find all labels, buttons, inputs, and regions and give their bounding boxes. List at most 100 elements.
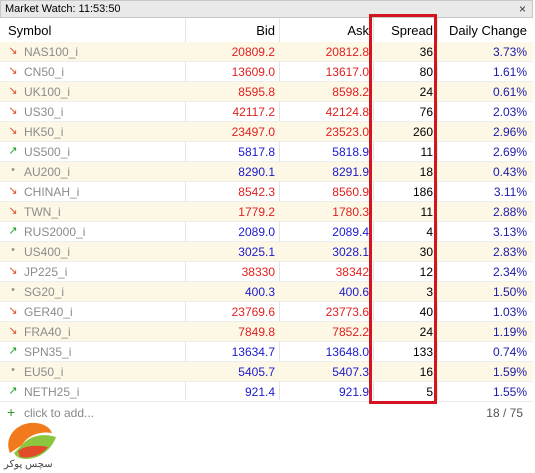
bid-cell: 23769.6 bbox=[231, 305, 275, 319]
bid-cell: 7849.8 bbox=[238, 325, 275, 339]
symbol-count: 18 / 75 bbox=[486, 406, 523, 420]
symbol-cell: AU200_i bbox=[24, 165, 71, 179]
arrow-down-icon: ↘ bbox=[8, 45, 18, 57]
daily-change-cell: 2.88% bbox=[492, 205, 527, 219]
table-row[interactable]: ↘ HK50_i 23497.0 23523.0 260 2.96% bbox=[0, 122, 533, 142]
daily-change-cell: 2.69% bbox=[492, 145, 527, 159]
daily-change-cell: 2.03% bbox=[492, 105, 527, 119]
table-row[interactable]: ↘ CHINAH_i 8542.3 8560.9 186 3.11% bbox=[0, 182, 533, 202]
bid-cell: 921.4 bbox=[244, 385, 275, 399]
arrow-up-icon: ↗ bbox=[8, 345, 18, 357]
bid-cell: 42117.2 bbox=[232, 105, 276, 119]
title-bar[interactable]: Market Watch: 11:53:50 × bbox=[0, 0, 533, 18]
table-row[interactable]: • EU50_i 5405.7 5407.3 16 1.59% bbox=[0, 362, 533, 382]
daily-change-cell: 3.11% bbox=[493, 185, 527, 199]
symbol-cell: US30_i bbox=[24, 105, 64, 119]
ask-cell: 7852.2 bbox=[332, 325, 369, 339]
daily-change-cell: 2.34% bbox=[492, 265, 527, 279]
spread-cell: 24 bbox=[419, 325, 433, 339]
table-row[interactable]: ↘ JP225_i 38330 38342 12 2.34% bbox=[0, 262, 533, 282]
daily-change-cell: 3.13% bbox=[492, 225, 527, 239]
dot-icon: • bbox=[11, 244, 15, 256]
ask-cell: 13648.0 bbox=[325, 345, 369, 359]
bid-cell: 13609.0 bbox=[231, 65, 275, 79]
column-header-daily-change[interactable]: Daily Change bbox=[449, 23, 527, 38]
table-row[interactable]: ↗ RUS2000_i 2089.0 2089.4 4 3.13% bbox=[0, 222, 533, 242]
table-footer: + click to add... 18 / 75 bbox=[0, 402, 533, 424]
ask-cell: 5407.3 bbox=[332, 365, 369, 379]
column-header-symbol[interactable]: Symbol bbox=[8, 23, 51, 38]
table-row[interactable]: ↘ FRA40_i 7849.8 7852.2 24 1.19% bbox=[0, 322, 533, 342]
daily-change-cell: 1.19% bbox=[492, 325, 527, 339]
table-row[interactable]: • SG20_i 400.3 400.6 3 1.50% bbox=[0, 282, 533, 302]
spread-cell: 11 bbox=[420, 205, 433, 219]
spread-cell: 30 bbox=[419, 245, 433, 259]
arrow-up-icon: ↗ bbox=[8, 225, 18, 237]
column-header-spread[interactable]: Spread bbox=[391, 23, 433, 38]
ask-cell: 42124.8 bbox=[325, 105, 369, 119]
column-header-ask[interactable]: Ask bbox=[347, 23, 369, 38]
spread-cell: 40 bbox=[419, 305, 433, 319]
bid-cell: 2089.0 bbox=[238, 225, 275, 239]
ask-cell: 1780.3 bbox=[332, 205, 369, 219]
arrow-down-icon: ↘ bbox=[8, 185, 18, 197]
table-row[interactable]: ↗ US500_i 5817.8 5818.9 11 2.69% bbox=[0, 142, 533, 162]
table-row[interactable]: ↗ NETH25_i 921.4 921.9 5 1.55% bbox=[0, 382, 533, 402]
daily-change-cell: 1.61% bbox=[492, 65, 527, 79]
spread-cell: 11 bbox=[420, 145, 433, 159]
spread-cell: 186 bbox=[412, 185, 433, 199]
symbol-cell: EU50_i bbox=[24, 365, 64, 379]
symbol-cell: US400_i bbox=[24, 245, 71, 259]
ask-cell: 38342 bbox=[335, 265, 369, 279]
spread-cell: 16 bbox=[419, 365, 433, 379]
symbol-cell: SG20_i bbox=[24, 285, 65, 299]
spread-cell: 260 bbox=[412, 125, 433, 139]
symbol-cell: TWN_i bbox=[24, 205, 61, 219]
daily-change-cell: 2.96% bbox=[492, 125, 527, 139]
bid-cell: 23497.0 bbox=[231, 125, 275, 139]
bid-cell: 3025.1 bbox=[238, 245, 275, 259]
bid-cell: 1779.2 bbox=[238, 205, 275, 219]
table-row[interactable]: ↘ CN50_i 13609.0 13617.0 80 1.61% bbox=[0, 62, 533, 82]
spread-cell: 12 bbox=[419, 265, 433, 279]
arrow-up-icon: ↗ bbox=[8, 385, 18, 397]
arrow-down-icon: ↘ bbox=[8, 305, 18, 317]
symbol-cell: GER40_i bbox=[24, 305, 73, 319]
column-header-bid[interactable]: Bid bbox=[256, 23, 275, 38]
ask-cell: 2089.4 bbox=[332, 225, 369, 239]
symbol-cell: CHINAH_i bbox=[24, 185, 80, 199]
symbol-cell: NETH25_i bbox=[24, 385, 80, 399]
arrow-down-icon: ↘ bbox=[8, 65, 18, 77]
table-row[interactable]: ↘ TWN_i 1779.2 1780.3 11 2.88% bbox=[0, 202, 533, 222]
ask-cell: 8560.9 bbox=[332, 185, 369, 199]
ask-cell: 8291.9 bbox=[332, 165, 369, 179]
bid-cell: 8290.1 bbox=[238, 165, 275, 179]
table-row[interactable]: ↘ GER40_i 23769.6 23773.6 40 1.03% bbox=[0, 302, 533, 322]
market-watch-window: Market Watch: 11:53:50 × Symbol Bid Ask … bbox=[0, 0, 535, 473]
table-row[interactable]: ↗ SPN35_i 13634.7 13648.0 133 0.74% bbox=[0, 342, 533, 362]
daily-change-cell: 1.50% bbox=[492, 285, 527, 299]
symbol-cell: CN50_i bbox=[24, 65, 65, 79]
bid-cell: 20809.2 bbox=[231, 45, 275, 59]
spread-cell: 5 bbox=[426, 385, 433, 399]
table-row[interactable]: • AU200_i 8290.1 8291.9 18 0.43% bbox=[0, 162, 533, 182]
close-icon[interactable]: × bbox=[519, 2, 526, 16]
arrow-down-icon: ↘ bbox=[8, 325, 18, 337]
symbol-cell: UK100_i bbox=[24, 85, 71, 99]
table-row[interactable]: ↘ UK100_i 8595.8 8598.2 24 0.61% bbox=[0, 82, 533, 102]
daily-change-cell: 0.61% bbox=[492, 85, 527, 99]
table-row[interactable]: • US400_i 3025.1 3028.1 30 2.83% bbox=[0, 242, 533, 262]
ask-cell: 23523.0 bbox=[325, 125, 369, 139]
ask-cell: 23773.6 bbox=[325, 305, 369, 319]
daily-change-cell: 3.73% bbox=[492, 45, 527, 59]
symbol-cell: HK50_i bbox=[24, 125, 64, 139]
daily-change-cell: 2.83% bbox=[492, 245, 527, 259]
arrow-down-icon: ↘ bbox=[8, 85, 18, 97]
spread-cell: 4 bbox=[426, 225, 433, 239]
symbol-cell: US500_i bbox=[24, 145, 71, 159]
table-row[interactable]: ↘ US30_i 42117.2 42124.8 76 2.03% bbox=[0, 102, 533, 122]
daily-change-cell: 1.55% bbox=[492, 385, 527, 399]
table-header: Symbol Bid Ask Spread Daily Change bbox=[0, 18, 533, 43]
table-row[interactable]: ↘ NAS100_i 20809.2 20812.8 36 3.73% bbox=[0, 42, 533, 62]
ask-cell: 20812.8 bbox=[325, 45, 369, 59]
